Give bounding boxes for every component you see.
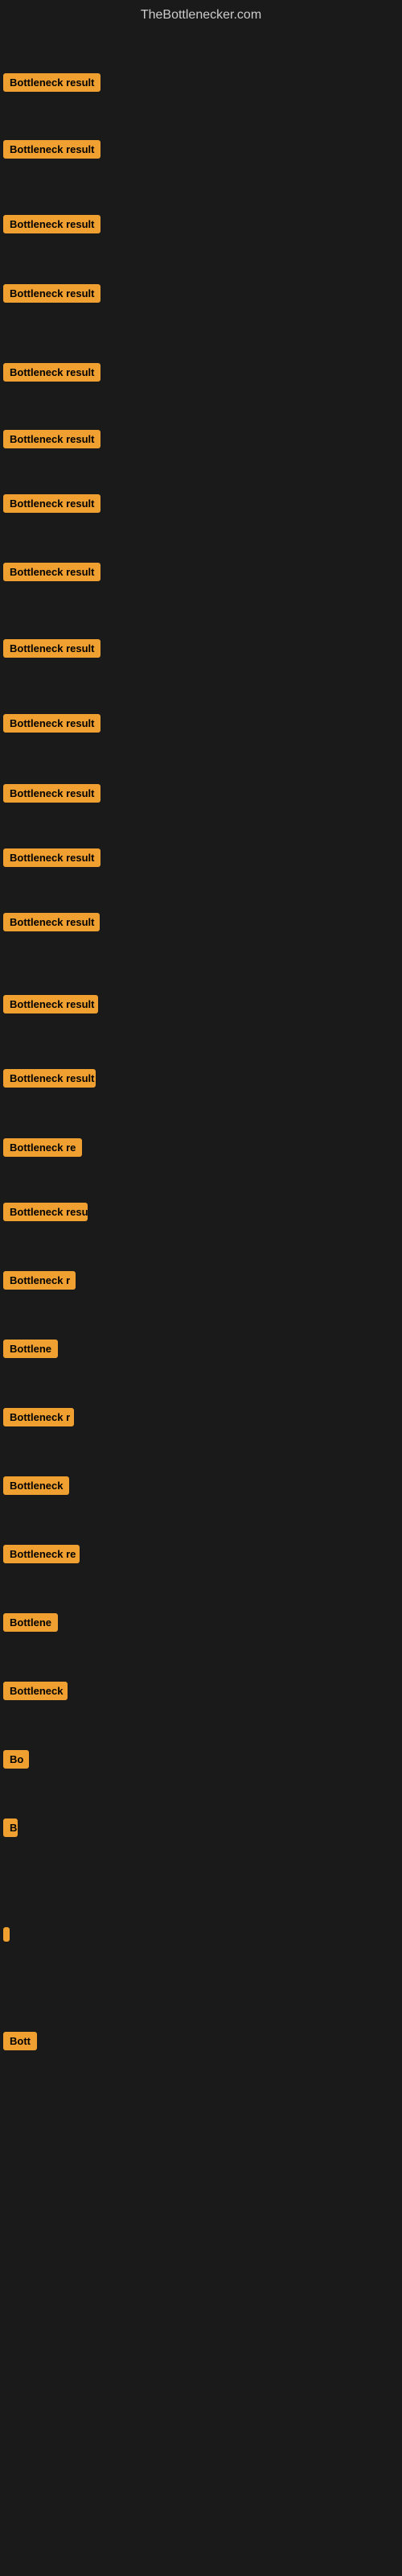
bottleneck-badge[interactable]: Bottleneck [3, 1476, 69, 1495]
bottleneck-badge[interactable]: Bottleneck result [3, 714, 100, 733]
bottleneck-badge[interactable]: Bottleneck [3, 1682, 68, 1700]
bottleneck-badge[interactable]: Bottleneck result [3, 215, 100, 233]
bottleneck-badge[interactable]: Bottleneck result [3, 1069, 96, 1088]
list-item: Bottleneck result [3, 995, 98, 1018]
bottleneck-badge[interactable]: Bottleneck r [3, 1408, 74, 1426]
list-item: Bottleneck result [3, 784, 100, 807]
bottleneck-badge[interactable]: Bottleneck result [3, 363, 100, 382]
items-container: Bottleneck result Bottleneck result Bottle… [0, 27, 402, 2193]
bottleneck-badge[interactable]: Bottleneck result [3, 995, 98, 1013]
bottleneck-badge[interactable]: Bottleneck result [3, 848, 100, 867]
bottleneck-badge[interactable]: Bottleneck r [3, 1271, 76, 1290]
bottleneck-badge[interactable]: Bottleneck result [3, 494, 100, 513]
list-item: Bottleneck result [3, 563, 100, 585]
list-item: Bottleneck result [3, 215, 100, 237]
bottleneck-badge[interactable]: Bott [3, 2032, 37, 2050]
page-wrapper: TheBottlenecker.com Bottleneck resultBot… [0, 0, 402, 2576]
list-item: Bottleneck result [3, 284, 100, 307]
list-item: Bottleneck result [3, 430, 100, 452]
bottleneck-badge[interactable]: Bottleneck result [3, 73, 100, 92]
bottleneck-badge[interactable]: Bottleneck resul [3, 1203, 88, 1221]
list-item [3, 1927, 10, 1946]
bottleneck-badge[interactable]: Bottleneck result [3, 430, 100, 448]
list-item: B [3, 1818, 18, 1841]
list-item: Bottleneck result [3, 848, 100, 871]
site-title: TheBottlenecker.com [0, 0, 402, 27]
list-item: Bottleneck [3, 1476, 69, 1499]
list-item: Bottleneck result [3, 73, 100, 96]
bottleneck-badge[interactable]: Bottlene [3, 1340, 58, 1358]
list-item: Bottlene [3, 1340, 58, 1362]
bottleneck-badge-tiny[interactable] [3, 1927, 10, 1942]
bottleneck-badge[interactable]: B [3, 1818, 18, 1837]
list-item: Bottleneck result [3, 714, 100, 737]
bottleneck-badge[interactable]: Bottleneck result [3, 784, 100, 803]
bottleneck-badge[interactable]: Bottleneck re [3, 1138, 82, 1157]
bottleneck-badge[interactable]: Bottleneck result [3, 639, 100, 658]
list-item: Bottleneck resul [3, 1203, 88, 1225]
list-item: Bottlene [3, 1613, 58, 1636]
list-item: Bottleneck result [3, 363, 100, 386]
list-item: Bottleneck result [3, 913, 100, 935]
list-item: Bottleneck result [3, 494, 100, 517]
list-item: Bottleneck r [3, 1271, 76, 1294]
list-item: Bottleneck [3, 1682, 68, 1704]
bottleneck-badge[interactable]: Bottlene [3, 1613, 58, 1632]
list-item: Bottleneck result [3, 140, 100, 163]
bottleneck-badge[interactable]: Bottleneck result [3, 140, 100, 159]
bottleneck-badge[interactable]: Bottleneck re [3, 1545, 80, 1563]
list-item: Bottleneck result [3, 1069, 96, 1092]
bottleneck-badge[interactable]: Bo [3, 1750, 29, 1769]
list-item: Bottleneck result [3, 639, 100, 662]
list-item: Bottleneck r [3, 1408, 74, 1430]
bottleneck-badge[interactable]: Bottleneck result [3, 563, 100, 581]
list-item: Bott [3, 2032, 37, 2054]
list-item: Bo [3, 1750, 29, 1773]
list-item: Bottleneck re [3, 1138, 82, 1161]
bottleneck-badge[interactable]: Bottleneck result [3, 284, 100, 303]
bottleneck-badge[interactable]: Bottleneck result [3, 913, 100, 931]
list-item: Bottleneck re [3, 1545, 80, 1567]
